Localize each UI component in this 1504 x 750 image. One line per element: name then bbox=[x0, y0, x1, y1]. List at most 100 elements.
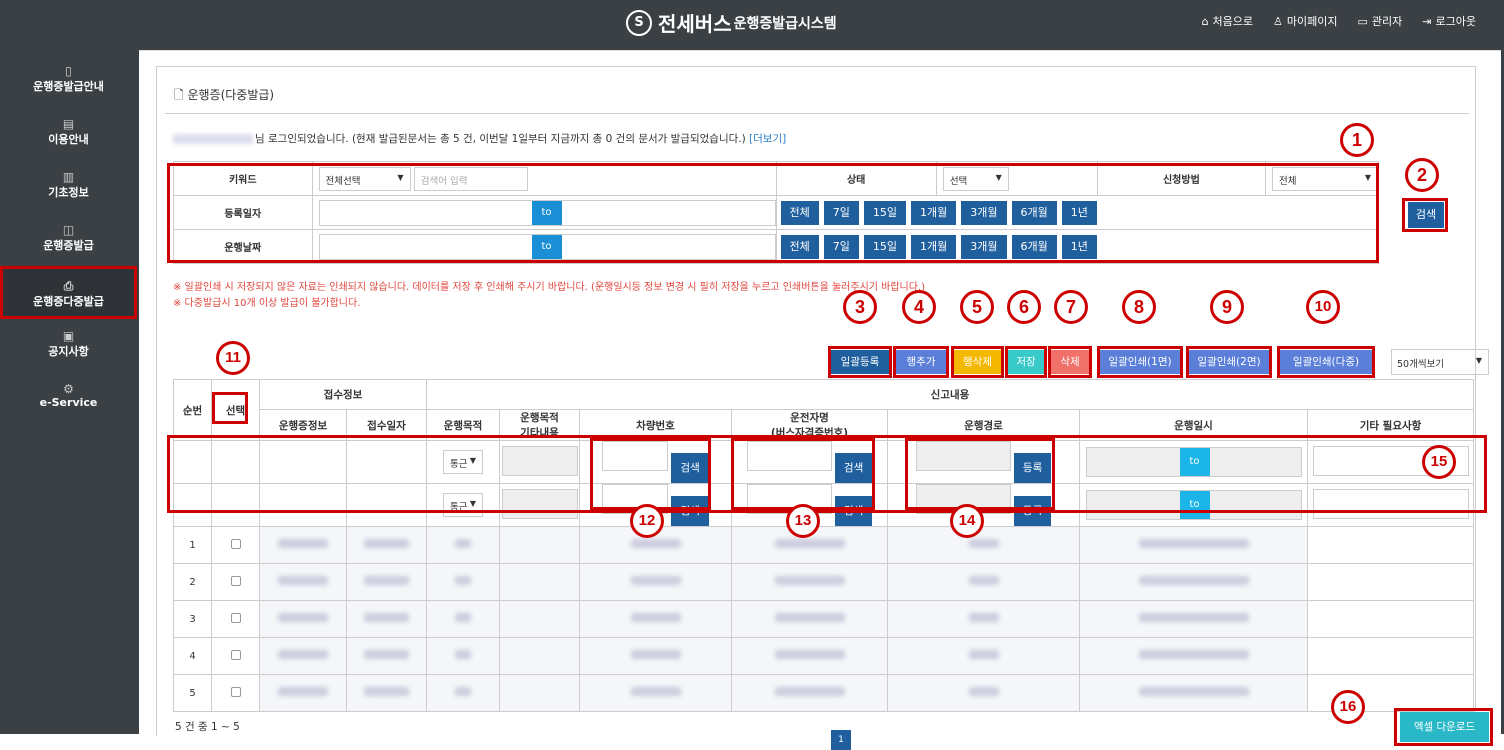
marker-1: 1 bbox=[1340, 123, 1374, 157]
redacted-text bbox=[630, 539, 681, 548]
monitor-icon: ▭ bbox=[1357, 15, 1368, 28]
warning-line-1: ※ 일괄인쇄 시 저장되지 않은 자료는 인쇄되지 않습니다. 데이터를 저장 … bbox=[173, 282, 926, 293]
printer-icon: ⎙ bbox=[63, 279, 74, 293]
highlight-13 bbox=[731, 438, 875, 510]
sidebar-item-label: 기초정보 bbox=[48, 186, 89, 199]
table-row[interactable]: 3 bbox=[173, 600, 1474, 638]
pagination-page[interactable]: 1 bbox=[831, 730, 851, 750]
more-link[interactable]: [더보기] bbox=[749, 133, 786, 145]
page-size-select[interactable]: 50개씩보기 ▼ bbox=[1391, 349, 1489, 375]
marker-3: 3 bbox=[843, 290, 877, 324]
highlight-6 bbox=[1005, 346, 1047, 378]
marker-12: 12 bbox=[630, 504, 664, 538]
nav-admin[interactable]: ▭ 관리자 bbox=[1358, 13, 1403, 29]
redacted-text bbox=[278, 613, 328, 622]
sidebar-item-eservice[interactable]: ⚙ e-Service bbox=[0, 372, 137, 425]
redacted-text bbox=[968, 539, 999, 548]
sidebar-item-label: 공지사항 bbox=[48, 345, 89, 358]
redacted-text bbox=[455, 650, 471, 659]
marker-11: 11 bbox=[216, 341, 250, 375]
marker-13: 13 bbox=[786, 504, 820, 538]
redacted-text bbox=[278, 650, 328, 659]
redacted-text bbox=[774, 576, 845, 585]
redacted-text bbox=[968, 576, 999, 585]
highlight-10 bbox=[1277, 346, 1375, 378]
top-bar: S 전세버스 운행증발급시스템 ⌂ 처음으로 ♙ 마이페이지 ▭ 관리자 ⇥ 로그아웃 bbox=[0, 0, 1504, 44]
app-logo[interactable]: S 전세버스 운행증발급시스템 bbox=[626, 8, 837, 37]
table-row[interactable]: 5 bbox=[173, 674, 1474, 712]
marker-7: 7 bbox=[1054, 290, 1088, 324]
redacted-text bbox=[774, 539, 845, 548]
permit-table: 순번 선택 접수정보 신고내용 운행증정보 접수일자 운행목적 운행목적 기타내용… bbox=[173, 379, 1474, 712]
row-checkbox[interactable] bbox=[230, 575, 241, 586]
highlight-11 bbox=[212, 392, 248, 424]
gear-icon: ⚙ bbox=[63, 382, 74, 396]
col-purpose-etc-line1: 운행목적 bbox=[520, 412, 559, 424]
redacted-text bbox=[455, 613, 471, 622]
nav-mypage-label: 마이페이지 bbox=[1286, 15, 1338, 28]
redacted-text bbox=[774, 613, 845, 622]
nav-home[interactable]: ⌂ 처음으로 bbox=[1202, 13, 1253, 29]
sidebar-item-usage-guide[interactable]: ▤ 이용안내 bbox=[0, 107, 137, 160]
highlight-search bbox=[167, 163, 1379, 263]
redacted-text bbox=[278, 539, 328, 548]
marker-8: 8 bbox=[1122, 290, 1156, 324]
redacted-text bbox=[278, 687, 328, 696]
sidebar-item-permit-issue[interactable]: ◫ 운행증발급 bbox=[0, 213, 137, 266]
highlight-14 bbox=[905, 438, 1055, 510]
nav-logout[interactable]: ⇥ 로그아웃 bbox=[1422, 13, 1476, 29]
redacted-text bbox=[455, 687, 471, 696]
home-icon: ⌂ bbox=[1201, 15, 1209, 28]
row-number: 2 bbox=[173, 563, 212, 601]
content-area: 🗋 운행증(다중발급) 님 로그인되었습니다. (현재 발급된문서는 총 5 건… bbox=[137, 44, 1504, 750]
sidebar-item-label: 운행증발급안내 bbox=[33, 80, 104, 93]
result-count: 5 건 중 1 ~ 5 bbox=[175, 721, 240, 733]
group-receipt: 접수정보 bbox=[259, 379, 427, 410]
row-checkbox[interactable] bbox=[230, 538, 241, 549]
redacted-text bbox=[364, 613, 409, 622]
highlight-9 bbox=[1186, 346, 1272, 378]
excel-download-button[interactable]: 엑셀 다운로드 bbox=[1400, 712, 1489, 742]
redacted-text bbox=[364, 687, 409, 696]
sidebar-item-permit-guide[interactable]: ▯ 운행증발급안내 bbox=[0, 54, 137, 107]
marker-16: 16 bbox=[1331, 690, 1365, 724]
login-notice: 님 로그인되었습니다. (현재 발급된문서는 총 5 건, 이번달 1일부터 지… bbox=[173, 131, 786, 146]
redacted-text bbox=[455, 576, 471, 585]
highlight-3 bbox=[828, 346, 892, 378]
document-icon: ▯ bbox=[65, 64, 72, 78]
redacted-text bbox=[364, 650, 409, 659]
table-row[interactable]: 1 bbox=[173, 526, 1474, 564]
highlight-8 bbox=[1097, 346, 1183, 378]
redacted-text bbox=[455, 539, 471, 548]
main-panel: 🗋 운행증(다중발급) 님 로그인되었습니다. (현재 발급된문서는 총 5 건… bbox=[139, 50, 1501, 750]
marker-2: 2 bbox=[1405, 158, 1439, 192]
row-number: 3 bbox=[173, 600, 212, 638]
row-checkbox[interactable] bbox=[230, 649, 241, 660]
row-number: 5 bbox=[173, 674, 212, 712]
top-nav: ⌂ 처음으로 ♙ 마이페이지 ▭ 관리자 ⇥ 로그아웃 bbox=[1202, 13, 1476, 29]
table-row[interactable]: 2 bbox=[173, 563, 1474, 601]
marker-15: 15 bbox=[1422, 445, 1456, 479]
sidebar-item-basic-info[interactable]: ▥ 기초정보 bbox=[0, 160, 137, 213]
marker-9: 9 bbox=[1210, 290, 1244, 324]
nav-logout-label: 로그아웃 bbox=[1435, 15, 1476, 28]
page-icon: 🗋 bbox=[174, 88, 188, 102]
highlight-5 bbox=[951, 346, 1004, 378]
marker-14: 14 bbox=[950, 504, 984, 538]
sidebar-item-notice[interactable]: ▣ 공지사항 bbox=[0, 319, 137, 372]
search-button[interactable]: 검색 bbox=[1408, 202, 1444, 228]
row-checkbox[interactable] bbox=[230, 686, 241, 697]
sidebar-item-label: 운행증발급 bbox=[43, 239, 94, 252]
table-row[interactable]: 4 bbox=[173, 637, 1474, 675]
nav-mypage[interactable]: ♙ 마이페이지 bbox=[1273, 13, 1337, 29]
sidebar-item-multi-issue[interactable]: ⎙ 운행증다중발급 bbox=[0, 266, 137, 319]
highlight-7 bbox=[1048, 346, 1092, 378]
row-checkbox[interactable] bbox=[230, 612, 241, 623]
redacted-text bbox=[774, 650, 845, 659]
row-number: 4 bbox=[173, 637, 212, 675]
redacted-text bbox=[364, 576, 409, 585]
nav-admin-label: 관리자 bbox=[1371, 15, 1403, 28]
marker-4: 4 bbox=[902, 290, 936, 324]
highlight-4 bbox=[893, 346, 949, 378]
group-report: 신고내용 bbox=[426, 379, 1474, 410]
